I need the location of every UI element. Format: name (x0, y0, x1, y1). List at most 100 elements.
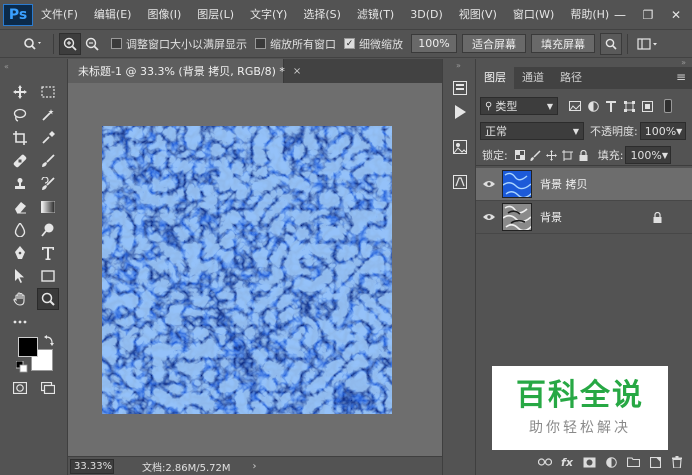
add-layer-mask-icon[interactable] (578, 451, 600, 473)
close-window-button[interactable]: ✕ (662, 0, 690, 29)
collapse-panel-icon[interactable]: « (4, 62, 9, 71)
fill-screen-button[interactable]: 填充屏幕 (531, 34, 595, 53)
fill-value: 100% (630, 148, 662, 162)
canvas-area[interactable] (68, 83, 442, 456)
new-group-folder-icon[interactable] (622, 451, 644, 473)
pen-tool-icon[interactable] (9, 242, 31, 264)
brush-tool-icon[interactable] (37, 150, 59, 172)
filter-type-icon[interactable] (602, 97, 620, 115)
opacity-value: 100% (644, 124, 677, 138)
tab-paths[interactable]: 路径 (552, 67, 590, 89)
history-brush-tool-icon[interactable] (37, 173, 59, 195)
foreground-color-swatch[interactable] (18, 337, 38, 357)
layer-row[interactable]: 背景 (476, 201, 692, 234)
zoom-tool-icon[interactable] (37, 288, 59, 310)
filter-toggle-switch[interactable] (664, 99, 672, 113)
crop-tool-icon[interactable] (9, 127, 31, 149)
default-colors-icon[interactable] (15, 360, 28, 373)
checkbox-box[interactable] (111, 38, 122, 49)
panel-menu-icon[interactable]: ≡ (676, 70, 686, 84)
zoom-percent-button[interactable]: 100% (411, 34, 457, 53)
close-tab-icon[interactable]: × (293, 66, 301, 77)
marquee-tool-icon[interactable] (37, 81, 59, 103)
menu-layer[interactable]: 图层(L) (189, 0, 242, 29)
status-menu-arrow-icon[interactable]: › (253, 461, 257, 472)
workspace-switcher-icon[interactable] (633, 33, 663, 55)
filter-shape-icon[interactable] (620, 97, 638, 115)
opacity-field[interactable]: 100% ▼ (639, 122, 686, 140)
watermark-title: 百科全说 (516, 378, 644, 413)
menu-image[interactable]: 图像(I) (139, 0, 189, 29)
fit-screen-button[interactable]: 适合屏幕 (462, 34, 526, 53)
clone-stamp-tool-icon[interactable] (9, 173, 31, 195)
menu-edit[interactable]: 编辑(E) (86, 0, 140, 29)
scrubby-zoom-checkbox[interactable]: ✓ 细微缩放 (344, 36, 403, 52)
menu-window[interactable]: 窗口(W) (505, 0, 562, 29)
minimize-button[interactable]: — (606, 0, 634, 29)
eraser-tool-icon[interactable] (9, 196, 31, 218)
collapse-panel-icon[interactable]: » (681, 58, 686, 67)
quick-mask-icon[interactable] (9, 377, 31, 399)
zoom-level-field[interactable]: 33.33% (70, 458, 114, 474)
lock-transparent-pixels-icon[interactable] (512, 147, 528, 163)
dodge-tool-icon[interactable] (37, 219, 59, 241)
actions-panel-icon[interactable] (449, 101, 471, 123)
menu-select[interactable]: 选择(S) (295, 0, 349, 29)
magic-wand-tool-icon[interactable] (37, 104, 59, 126)
hand-tool-icon[interactable] (9, 288, 31, 310)
blend-mode-select[interactable]: 正常 ▼ (480, 122, 584, 140)
move-tool-icon[interactable] (9, 81, 31, 103)
menu-3d[interactable]: 3D(D) (402, 0, 451, 29)
layer-filter-select[interactable]: ⚲ 类型 ▼ (480, 97, 558, 115)
zoom-in-icon[interactable] (59, 32, 81, 55)
type-tool-icon[interactable] (37, 242, 59, 264)
filter-adjustment-icon[interactable] (584, 97, 602, 115)
screen-mode-icon[interactable] (37, 377, 59, 399)
visibility-eye-icon[interactable] (476, 180, 502, 188)
new-layer-icon[interactable] (644, 451, 666, 473)
panel-tabs: 图层 通道 路径 (476, 67, 692, 89)
path-selection-tool-icon[interactable] (9, 265, 31, 287)
zoom-all-windows-checkbox[interactable]: 缩放所有窗口 (255, 36, 336, 52)
link-layers-icon[interactable] (534, 451, 556, 473)
lock-artboard-icon[interactable] (560, 147, 576, 163)
lock-position-icon[interactable] (544, 147, 560, 163)
checkbox-box[interactable] (255, 38, 266, 49)
zoom-tool-preset-icon[interactable] (18, 33, 48, 55)
lock-all-icon[interactable] (576, 147, 592, 163)
document-tab[interactable]: 未标题-1 @ 33.3% (背景 拷贝, RGB/8) * × (68, 59, 301, 83)
filter-pixel-icon[interactable] (566, 97, 584, 115)
add-layer-style-icon[interactable]: fx (556, 451, 578, 473)
rectangle-tool-icon[interactable] (37, 265, 59, 287)
expand-panels-icon[interactable]: » (456, 61, 461, 70)
blur-tool-icon[interactable] (9, 219, 31, 241)
search-icon[interactable] (600, 32, 622, 55)
fill-field[interactable]: 100% ▼ (625, 146, 672, 164)
resize-window-checkbox[interactable]: 调整窗口大小以满屏显示 (111, 36, 247, 52)
gradient-tool-icon[interactable] (37, 196, 59, 218)
menu-type[interactable]: 文字(Y) (242, 0, 295, 29)
properties-panel-icon[interactable] (449, 171, 471, 193)
menu-file[interactable]: 文件(F) (33, 0, 86, 29)
lock-image-pixels-icon[interactable] (528, 147, 544, 163)
canvas-image[interactable] (102, 126, 392, 414)
healing-brush-tool-icon[interactable] (9, 150, 31, 172)
swap-colors-icon[interactable] (44, 334, 56, 346)
checkbox-checked-icon[interactable]: ✓ (344, 38, 355, 49)
menu-filter[interactable]: 滤镜(T) (349, 0, 402, 29)
3d-panel-icon[interactable] (449, 136, 471, 158)
zoom-out-icon[interactable] (81, 33, 103, 55)
eyedropper-tool-icon[interactable] (37, 127, 59, 149)
tab-channels[interactable]: 通道 (514, 67, 552, 89)
restore-button[interactable]: ❐ (634, 0, 662, 29)
menu-view[interactable]: 视图(V) (451, 0, 505, 29)
visibility-eye-icon[interactable] (476, 213, 502, 221)
filter-smart-object-icon[interactable] (638, 97, 656, 115)
tab-layers[interactable]: 图层 (476, 67, 514, 89)
new-adjustment-layer-icon[interactable] (600, 451, 622, 473)
lasso-tool-icon[interactable] (9, 104, 31, 126)
layer-row[interactable]: 背景 拷贝 (476, 168, 692, 201)
edit-toolbar-icon[interactable] (9, 311, 31, 333)
delete-layer-trash-icon[interactable] (666, 451, 688, 473)
history-panel-icon[interactable] (449, 77, 471, 99)
